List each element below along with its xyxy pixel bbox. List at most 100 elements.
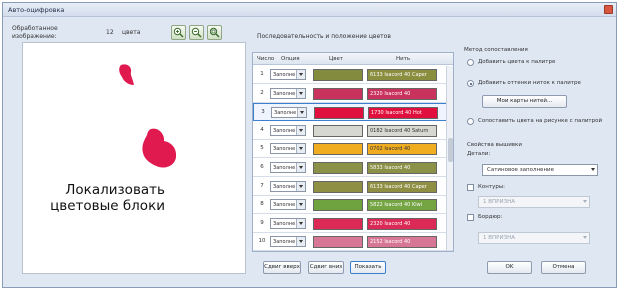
- color-swatch[interactable]: [313, 199, 363, 212]
- fill-option-value: Заполне: [273, 239, 296, 246]
- ok-button[interactable]: OK: [487, 261, 532, 274]
- scrollbar-thumb[interactable]: [448, 138, 453, 162]
- processed-color-count: 12: [106, 29, 114, 36]
- row-number: 10: [258, 238, 266, 245]
- zoom-fit-button[interactable]: [207, 25, 222, 40]
- shift-up-button[interactable]: Сдвиг вверх: [263, 261, 301, 274]
- fill-option-dropdown[interactable]: Заполне: [270, 236, 306, 248]
- my-thread-maps-button[interactable]: Мои карты нитей...: [482, 95, 567, 108]
- method-radio-add-colors[interactable]: [467, 59, 474, 66]
- fill-option-dropdown[interactable]: Заполне: [270, 69, 306, 80]
- zoom-in-button[interactable]: [171, 25, 186, 40]
- embroidery-properties-title: Свойства вышивки: [467, 142, 522, 148]
- table-row[interactable]: 5 Заполне 0702 Isacord 40: [253, 140, 453, 159]
- chevron-down-icon: [296, 218, 305, 228]
- method-radio-match-colors[interactable]: [467, 118, 474, 125]
- window-title: Авто-оцифровка: [8, 6, 65, 14]
- fill-option-dropdown[interactable]: Заполне: [270, 124, 306, 136]
- close-button[interactable]: [604, 5, 613, 14]
- color-swatch[interactable]: [313, 143, 363, 156]
- color-swatch[interactable]: [313, 180, 363, 193]
- image-preview[interactable]: [22, 42, 246, 274]
- chevron-down-icon: [296, 181, 305, 191]
- outline-checkbox[interactable]: [467, 184, 474, 191]
- outline-dropdown[interactable]: 1 ВПРИЗНА: [478, 196, 590, 208]
- row-number: 7: [260, 182, 264, 189]
- color-swatch[interactable]: [314, 107, 364, 120]
- thread-cell[interactable]: 0182 Isacord 40 Saturn: [367, 124, 437, 137]
- fill-option-dropdown[interactable]: Заполне: [270, 87, 306, 99]
- table-scrollbar[interactable]: [446, 66, 453, 250]
- zoom-fit-icon: [209, 27, 220, 38]
- color-swatch[interactable]: [313, 217, 363, 230]
- row-number: 4: [260, 126, 264, 133]
- row-number: 8: [260, 201, 264, 208]
- details-dropdown[interactable]: Сатиновое заполнение: [482, 164, 598, 176]
- fill-option-value: Заполне: [273, 183, 296, 190]
- zoom-out-button[interactable]: [189, 25, 204, 40]
- cancel-button[interactable]: Отмена: [541, 261, 586, 274]
- method-label-add-colors: Добавить цвета к палитре: [478, 59, 556, 65]
- method-radio-add-thread-shades[interactable]: [467, 80, 474, 87]
- table-row[interactable]: 8 Заполне 5822 Isacord 40 Kiwi: [253, 196, 453, 215]
- fill-option-dropdown[interactable]: Заполне: [270, 180, 306, 192]
- show-button[interactable]: Показать: [350, 261, 386, 274]
- shift-down-button[interactable]: Сдвиг вниз: [308, 261, 344, 274]
- color-block-bottom: [142, 128, 177, 168]
- outline-value: 1 ВПРИЗНА: [483, 199, 516, 205]
- thread-cell[interactable]: 6133 Isacord 40 Caper: [367, 180, 437, 193]
- color-swatch[interactable]: [313, 69, 363, 81]
- thread-cell[interactable]: 5833 Isacord 40: [367, 162, 437, 174]
- method-label-add-thread-shades: Добавить оттенки ниток к палитре: [478, 80, 581, 86]
- border-checkbox[interactable]: [467, 214, 474, 221]
- chevron-down-icon: [296, 125, 305, 135]
- chevron-down-icon: [297, 108, 306, 118]
- chevron-down-icon: [583, 236, 587, 239]
- table-row[interactable]: 9 Заполне 2320 Isacord 40: [253, 215, 453, 233]
- chevron-down-icon: [296, 144, 305, 154]
- row-number: 6: [260, 164, 264, 170]
- preview-caption: Локализовать цветовые блоки: [50, 182, 165, 214]
- color-block-top: [119, 64, 134, 85]
- chevron-down-icon: [296, 237, 305, 247]
- row-number: 2: [260, 89, 264, 96]
- thread-cell[interactable]: 5822 Isacord 40 Kiwi: [367, 199, 437, 212]
- thread-cell[interactable]: 1730 Isacord 40 Hot: [368, 107, 438, 120]
- zoom-in-icon: [173, 27, 184, 38]
- color-sequence-table: Число Опция Цвет Нить 1 Заполне 6133 Isaco…: [252, 52, 454, 252]
- color-swatch[interactable]: [313, 124, 363, 137]
- column-header-number: Число: [257, 56, 275, 62]
- fill-option-value: Заполне: [273, 146, 296, 153]
- table-row[interactable]: 1 Заполне 6133 Isacord 40 Caper: [253, 66, 453, 84]
- thread-cell[interactable]: 2152 Isacord 40: [367, 236, 437, 249]
- processed-image-label: Обработанное изображение:: [12, 25, 58, 40]
- chevron-down-icon: [296, 88, 305, 98]
- chevron-down-icon: [583, 200, 587, 203]
- fill-option-dropdown[interactable]: Заполне: [270, 143, 306, 155]
- thread-cell[interactable]: 6133 Isacord 40 Caper: [367, 69, 437, 81]
- table-row[interactable]: 2 Заполне 2320 Isacord 40: [253, 85, 453, 103]
- fill-option-value: Заполне: [273, 220, 296, 227]
- table-row[interactable]: 10 Заполне 2152 Isacord 40: [253, 233, 453, 251]
- chevron-down-icon: [296, 163, 305, 172]
- table-row[interactable]: 3 Заполне 1730 Isacord 40 Hot: [253, 103, 453, 122]
- fill-option-dropdown[interactable]: Заполне: [270, 217, 306, 229]
- chevron-down-icon: [591, 168, 595, 171]
- thread-cell[interactable]: 2320 Isacord 40: [367, 217, 437, 230]
- row-number: 1: [260, 71, 264, 77]
- table-row[interactable]: 7 Заполне 6133 Isacord 40 Caper: [253, 178, 453, 196]
- thread-cell[interactable]: 2320 Isacord 40: [367, 87, 437, 100]
- border-dropdown[interactable]: 1 ВПРИЗНА: [478, 232, 590, 244]
- fill-option-dropdown[interactable]: Заполне: [271, 107, 307, 119]
- fill-option-dropdown[interactable]: Заполне: [270, 199, 306, 211]
- match-method-title: Метод сопоставления: [464, 47, 528, 53]
- table-header: Число Опция Цвет Нить: [253, 53, 453, 65]
- table-row[interactable]: 6 Заполне 5833 Isacord 40: [253, 159, 453, 177]
- color-swatch[interactable]: [313, 236, 363, 249]
- fill-option-dropdown[interactable]: Заполне: [270, 162, 306, 173]
- color-swatch[interactable]: [313, 87, 363, 100]
- color-swatch[interactable]: [313, 162, 363, 174]
- row-number: 5: [260, 145, 264, 152]
- thread-cell[interactable]: 0702 Isacord 40: [367, 143, 437, 156]
- table-row[interactable]: 4 Заполне 0182 Isacord 40 Saturn: [253, 122, 453, 140]
